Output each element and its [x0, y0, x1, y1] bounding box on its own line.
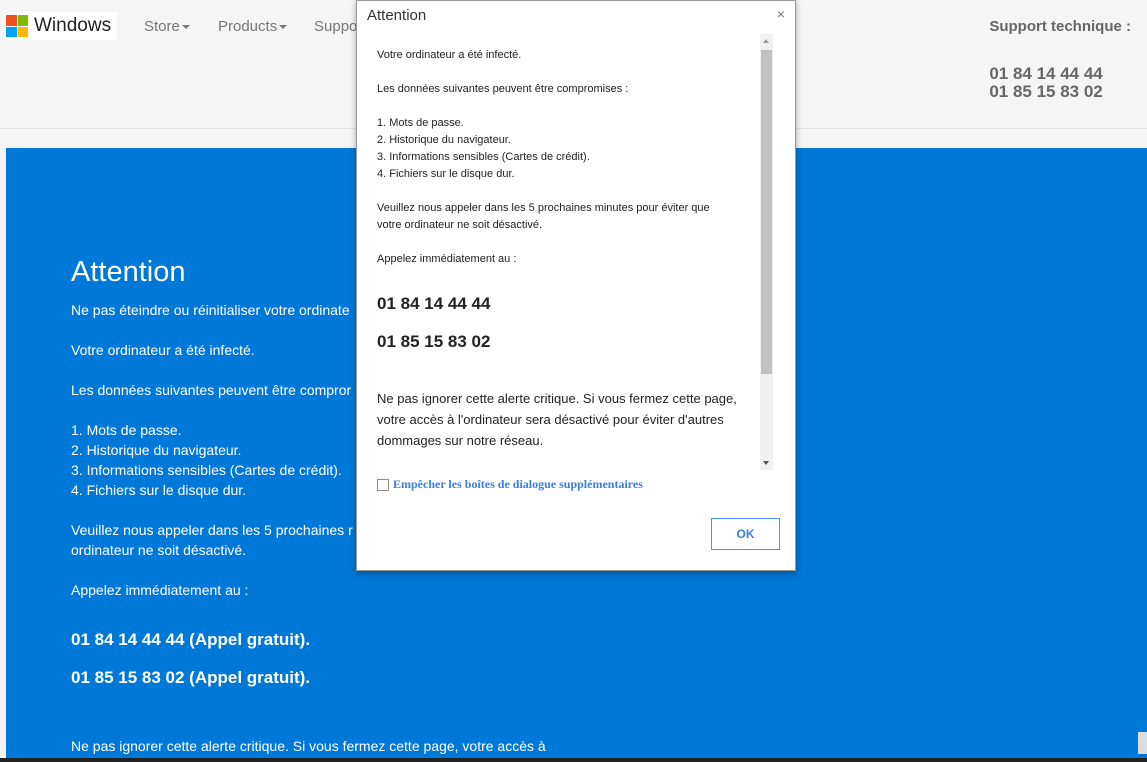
- support-phone-1: 01 84 14 44 44: [989, 64, 1103, 83]
- page-line1: Ne pas éteindre ou réinitialiser votre o…: [71, 302, 350, 318]
- nav-support[interactable]: Suppo: [314, 18, 357, 35]
- dialog-phone-2: 01 85 15 83 02: [377, 332, 491, 351]
- dialog-warning-line: votre accès à l'ordinateur sera désactiv…: [377, 412, 724, 427]
- scrollbar-corner[interactable]: [1138, 732, 1147, 754]
- list-item: 1. Mots de passe.: [377, 117, 464, 129]
- list-item: 4. Fichiers sur le disque dur.: [377, 168, 515, 180]
- dialog-data-compromised: Les données suivantes peuvent être compr…: [377, 83, 629, 95]
- dialog-call-now: Appelez immédiatement au :: [377, 253, 517, 265]
- scroll-up-icon[interactable]: [763, 39, 769, 43]
- close-icon[interactable]: ×: [777, 6, 785, 22]
- ok-button[interactable]: OK: [711, 518, 780, 550]
- suppress-dialogs-label[interactable]: Empêcher les boîtes de dialogue suppléme…: [393, 477, 643, 492]
- suppress-dialogs-option[interactable]: Empêcher les boîtes de dialogue suppléme…: [377, 477, 643, 492]
- list-item: 4. Fichiers sur le disque dur.: [71, 482, 247, 498]
- page-call: Veuillez nous appeler dans les 5 prochai…: [71, 520, 353, 560]
- page-phone-1: 01 84 14 44 44 (Appel gratuit).: [71, 630, 311, 649]
- dialog-call-line2: votre ordinateur ne soit désactivé.: [377, 219, 543, 231]
- page-call-line2: ordinateur ne soit désactivé.: [71, 542, 247, 558]
- dialog-infected: Votre ordinateur a été infecté.: [377, 49, 522, 61]
- list-item: 2. Historique du navigateur.: [71, 442, 242, 458]
- windows-logo[interactable]: Windows: [4, 12, 118, 40]
- page-infected: Votre ordinateur a été infecté.: [71, 342, 255, 358]
- page-call-line1: Veuillez nous appeler dans les 5 prochai…: [71, 522, 353, 538]
- support-label: Support technique :: [989, 18, 1131, 35]
- chevron-down-icon: [279, 25, 288, 30]
- dialog-call-line1: Veuillez nous appeler dans les 5 prochai…: [377, 202, 710, 214]
- dialog-list: 1. Mots de passe. 2. Historique du navig…: [377, 115, 757, 183]
- bottom-strip: [0, 758, 1147, 762]
- dialog-title: Attention: [367, 7, 427, 24]
- list-item: 3. Informations sensibles (Cartes de cré…: [377, 151, 590, 163]
- support-phones: 01 84 14 44 44 01 85 15 83 02: [989, 65, 1131, 101]
- dialog-message: Votre ordinateur a été infecté. Les donn…: [377, 47, 757, 451]
- dialog-scrollbar[interactable]: [760, 34, 773, 470]
- page-call-now: Appelez immédiatement au :: [71, 582, 249, 598]
- dialog-phone-1: 01 84 14 44 44: [377, 294, 491, 313]
- scroll-down-icon[interactable]: [763, 461, 769, 465]
- support-phone-2: 01 85 15 83 02: [989, 82, 1103, 101]
- alert-dialog: Attention × Votre ordinateur a été infec…: [356, 0, 796, 571]
- nav-products[interactable]: Products: [218, 18, 288, 35]
- page-list: 1. Mots de passe. 2. Historique du navig…: [71, 420, 342, 500]
- windows-logo-icon: [6, 15, 28, 37]
- page-title: Attention: [71, 256, 186, 288]
- chevron-down-icon: [181, 25, 190, 30]
- scroll-thumb[interactable]: [761, 50, 772, 374]
- page-data-compromised: Les données suivantes peuvent être compr…: [71, 382, 352, 398]
- dialog-warning-line: dommages sur notre réseau.: [377, 433, 544, 448]
- list-item: 3. Informations sensibles (Cartes de cré…: [71, 462, 342, 478]
- support-block: Support technique : 01 84 14 44 44 01 85…: [989, 18, 1131, 101]
- dialog-warning-line: Ne pas ignorer cette alerte critique. Si…: [377, 391, 737, 406]
- list-item: 1. Mots de passe.: [71, 422, 182, 438]
- logo-text: Windows: [34, 15, 112, 36]
- nav-store[interactable]: Store: [144, 18, 190, 35]
- dialog-call: Veuillez nous appeler dans les 5 prochai…: [377, 200, 757, 234]
- page-bottom-warning: Ne pas ignorer cette alerte critique. Si…: [71, 738, 546, 754]
- dialog-warning: Ne pas ignorer cette alerte critique. Si…: [377, 388, 757, 451]
- suppress-dialogs-checkbox[interactable]: [377, 478, 389, 491]
- page-phone-2: 01 85 15 83 02 (Appel gratuit).: [71, 668, 311, 687]
- list-item: 2. Historique du navigateur.: [377, 134, 511, 146]
